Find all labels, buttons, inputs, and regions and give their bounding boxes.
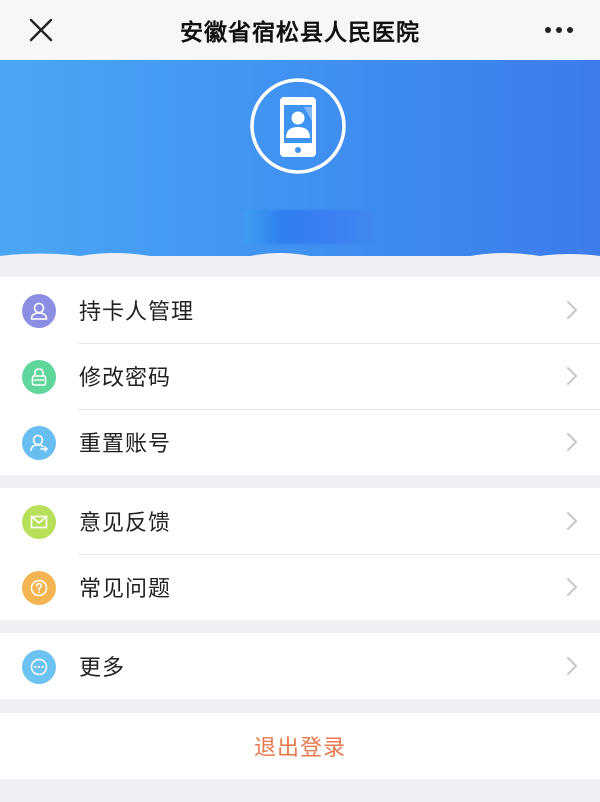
menu-item-change-password[interactable]: 修改密码: [0, 343, 600, 409]
menu-item-faq[interactable]: 常见问题: [0, 554, 600, 620]
menu-item-more[interactable]: 更多: [0, 633, 600, 699]
chevron-right-icon: [567, 433, 577, 451]
username-redacted: [244, 210, 374, 244]
menu-item-label: 修改密码: [79, 366, 172, 391]
chevron-right-icon: [567, 657, 577, 675]
menu-item-label: 意见反馈: [79, 511, 172, 536]
mail-icon: [22, 505, 56, 539]
chevron-right-icon: [567, 367, 577, 385]
menu-item-label: 常见问题: [79, 577, 172, 602]
phone-user-icon[interactable]: [249, 77, 347, 175]
more-circle-icon: [22, 650, 56, 684]
menu-item-label: 更多: [79, 656, 126, 681]
chevron-right-icon: [567, 512, 577, 530]
menu-item-label: 重置账号: [79, 432, 172, 457]
chevron-right-icon: [567, 301, 577, 319]
wave-divider: [0, 253, 600, 264]
question-icon: [22, 571, 56, 605]
user-reset-icon: [22, 426, 56, 460]
menu-group-more: 更多: [0, 633, 600, 699]
chevron-right-icon: [567, 578, 577, 596]
menu-item-label: 持卡人管理: [79, 300, 195, 325]
profile-header: [0, 60, 600, 264]
more-dots-icon[interactable]: [544, 24, 574, 36]
menu-item-cardholder[interactable]: 持卡人管理: [0, 277, 600, 343]
close-icon[interactable]: [28, 17, 54, 43]
nav-bar: 安徽省宿松县人民医院: [0, 0, 600, 60]
menu-group-account: 持卡人管理 修改密码 重置账号: [0, 277, 600, 475]
logout-label: 退出登录: [253, 736, 346, 761]
logout-button[interactable]: 退出登录: [0, 713, 600, 779]
menu-item-reset-account[interactable]: 重置账号: [0, 409, 600, 475]
user-icon: [22, 294, 56, 328]
lock-icon: [22, 360, 56, 394]
menu-item-feedback[interactable]: 意见反馈: [0, 488, 600, 554]
page-title: 安徽省宿松县人民医院: [180, 20, 420, 46]
menu-group-support: 意见反馈 常见问题: [0, 488, 600, 620]
